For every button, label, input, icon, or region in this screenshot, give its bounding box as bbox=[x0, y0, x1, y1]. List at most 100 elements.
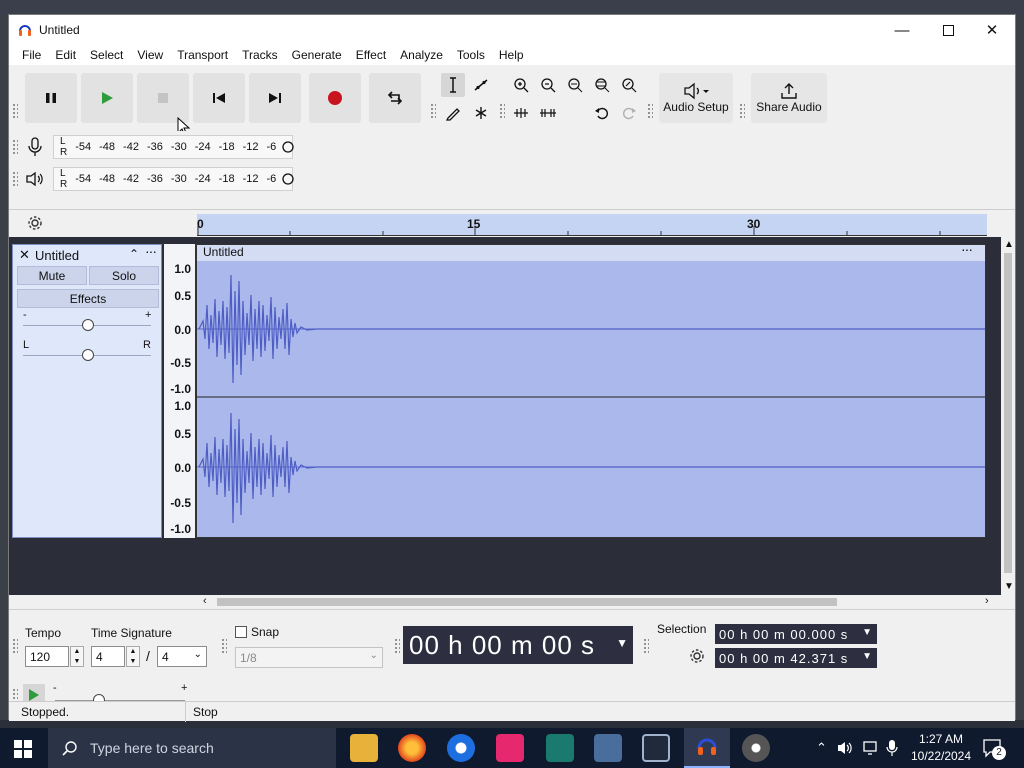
track-control-panel[interactable]: ✕ Untitled ⌃ ··· Mute Solo Effects - + L… bbox=[12, 243, 162, 538]
menu-generate[interactable]: Generate bbox=[285, 48, 349, 62]
silence-audio-button[interactable] bbox=[536, 101, 560, 125]
loop-button[interactable] bbox=[369, 73, 421, 123]
gain-slider[interactable] bbox=[82, 319, 94, 331]
zoom-out-button[interactable] bbox=[536, 73, 560, 97]
timeline-ruler[interactable]: 0 15 30 bbox=[9, 209, 1015, 236]
start-button[interactable] bbox=[14, 740, 32, 761]
toolbar-grip[interactable] bbox=[12, 638, 18, 654]
media-app-icon[interactable] bbox=[642, 734, 670, 762]
menu-transport[interactable]: Transport bbox=[170, 48, 235, 62]
microphone-icon[interactable] bbox=[27, 137, 43, 157]
toolbar-grip[interactable] bbox=[12, 139, 18, 155]
multi-tool-button[interactable] bbox=[469, 101, 493, 125]
toolbar-grip[interactable] bbox=[394, 638, 400, 654]
file-explorer-icon[interactable] bbox=[350, 734, 378, 762]
menu-help[interactable]: Help bbox=[492, 48, 531, 62]
menu-edit[interactable]: Edit bbox=[48, 48, 83, 62]
download-manager-icon[interactable] bbox=[496, 734, 524, 762]
toolbar-grip[interactable] bbox=[12, 171, 18, 187]
clip-header[interactable]: Untitled ··· bbox=[197, 241, 985, 261]
skip-to-end-button[interactable] bbox=[249, 73, 301, 123]
clip-menu-icon[interactable]: ··· bbox=[961, 241, 973, 257]
toolbar-grip[interactable] bbox=[499, 103, 505, 119]
scroll-left-icon[interactable]: ‹ bbox=[203, 595, 207, 607]
horizontal-scroll-thumb[interactable] bbox=[217, 598, 837, 606]
redo-button[interactable] bbox=[617, 101, 641, 125]
menu-select[interactable]: Select bbox=[83, 48, 130, 62]
tempo-spinner[interactable]: ▲ ▼ bbox=[70, 646, 84, 667]
browser-icon[interactable] bbox=[447, 734, 475, 762]
toolbar-grip[interactable] bbox=[221, 638, 227, 654]
show-hidden-icons-icon[interactable]: ⌃ bbox=[816, 740, 827, 756]
tempo-input[interactable]: 120 bbox=[25, 646, 69, 667]
audio-setup-button[interactable]: Audio Setup bbox=[659, 73, 733, 123]
zoom-toggle-button[interactable] bbox=[617, 73, 641, 97]
vertical-scrollbar[interactable]: ▲ ▼ bbox=[1001, 237, 1015, 595]
mute-button[interactable]: Mute bbox=[17, 266, 87, 285]
toolbar-grip[interactable] bbox=[430, 103, 436, 119]
record-button[interactable] bbox=[309, 73, 361, 123]
track-menu-icon[interactable]: ··· bbox=[145, 243, 157, 259]
audacity-taskbar-button[interactable] bbox=[684, 728, 730, 768]
track-name[interactable]: Untitled bbox=[35, 248, 79, 263]
time-signature-denominator[interactable]: 4 ⌄ bbox=[157, 646, 207, 667]
tracks-area[interactable]: ✕ Untitled ⌃ ··· Mute Solo Effects - + L… bbox=[9, 237, 1015, 595]
fit-selection-button[interactable] bbox=[563, 73, 587, 97]
scroll-up-icon[interactable]: ▲ bbox=[1004, 239, 1014, 250]
solo-button[interactable]: Solo bbox=[89, 266, 159, 285]
effects-button[interactable]: Effects bbox=[17, 289, 159, 308]
time-format-dropdown-icon[interactable]: ▼ bbox=[616, 636, 629, 650]
minimize-button[interactable]: — bbox=[879, 15, 925, 45]
maximize-button[interactable] bbox=[925, 15, 971, 45]
gear-icon[interactable] bbox=[689, 648, 705, 664]
vs-app-icon[interactable] bbox=[546, 734, 574, 762]
pause-button[interactable] bbox=[25, 73, 77, 123]
toolbar-grip[interactable] bbox=[643, 638, 649, 654]
collapse-track-icon[interactable]: ⌃ bbox=[129, 247, 139, 261]
menu-effect[interactable]: Effect bbox=[349, 48, 393, 62]
waveform-display[interactable] bbox=[197, 261, 985, 537]
scroll-right-icon[interactable]: › bbox=[985, 595, 989, 607]
playback-meter[interactable]: L R -54 -48 -42 -36 -30 -24 -18 -12 -6 bbox=[53, 167, 293, 191]
horizontal-scrollbar[interactable]: ‹ › bbox=[197, 595, 997, 609]
toolbar-grip[interactable] bbox=[12, 103, 18, 119]
selection-end-field[interactable]: 00 h 00 m 42.371 s ▼ bbox=[715, 648, 877, 668]
undo-button[interactable] bbox=[590, 101, 614, 125]
network-icon[interactable] bbox=[862, 740, 880, 756]
close-window-button[interactable]: ✕ bbox=[969, 15, 1015, 45]
utility-app-icon[interactable] bbox=[594, 734, 622, 762]
time-display[interactable]: 00 h 00 m 00 s ▼ bbox=[403, 626, 633, 664]
taskbar-search-box[interactable]: Type here to search bbox=[48, 728, 336, 768]
microphone-icon[interactable] bbox=[886, 739, 898, 757]
amplitude-scale[interactable]: 1.0 0.5 0.0 -0.5 -1.0 1.0 0.5 0.0 -0.5 -… bbox=[164, 244, 196, 538]
snap-checkbox[interactable] bbox=[235, 626, 247, 638]
chevron-down-icon[interactable]: ▼ bbox=[862, 627, 873, 638]
fit-project-button[interactable] bbox=[590, 73, 614, 97]
time-signature-numerator[interactable]: 4 bbox=[91, 646, 125, 667]
scroll-down-icon[interactable]: ▼ bbox=[1004, 581, 1014, 592]
clock[interactable]: 1:27 AM 10/22/2024 bbox=[910, 731, 972, 765]
recorder-app-icon[interactable] bbox=[742, 734, 770, 762]
selection-start-field[interactable]: 00 h 00 m 00.000 s ▼ bbox=[715, 624, 877, 644]
speaker-icon[interactable] bbox=[25, 171, 45, 187]
snap-select[interactable]: 1/8 ⌄ bbox=[235, 647, 383, 668]
recording-meter[interactable]: L R -54 -48 -42 -36 -30 -24 -18 -12 -6 bbox=[53, 135, 293, 159]
notifications-button[interactable]: 2 bbox=[982, 738, 1006, 761]
zoom-in-button[interactable] bbox=[509, 73, 533, 97]
numerator-spinner[interactable]: ▲ ▼ bbox=[126, 646, 140, 667]
menu-view[interactable]: View bbox=[130, 48, 170, 62]
menu-tools[interactable]: Tools bbox=[450, 48, 492, 62]
meter-options-icon[interactable] bbox=[281, 172, 295, 186]
title-bar[interactable]: Untitled — ✕ bbox=[9, 15, 1015, 45]
stop-button[interactable] bbox=[137, 73, 189, 123]
draw-tool-button[interactable] bbox=[441, 101, 465, 125]
selection-tool-button[interactable] bbox=[441, 73, 465, 97]
trim-audio-button[interactable] bbox=[509, 101, 533, 125]
envelope-tool-button[interactable] bbox=[469, 73, 493, 97]
audio-clip[interactable]: Untitled ··· bbox=[196, 241, 986, 538]
chevron-down-icon[interactable]: ▼ bbox=[862, 651, 873, 662]
meter-options-icon[interactable] bbox=[281, 140, 295, 154]
toolbar-grip[interactable] bbox=[647, 103, 653, 119]
ruler-bar[interactable]: 0 15 30 bbox=[197, 214, 987, 236]
menu-tracks[interactable]: Tracks bbox=[235, 48, 285, 62]
